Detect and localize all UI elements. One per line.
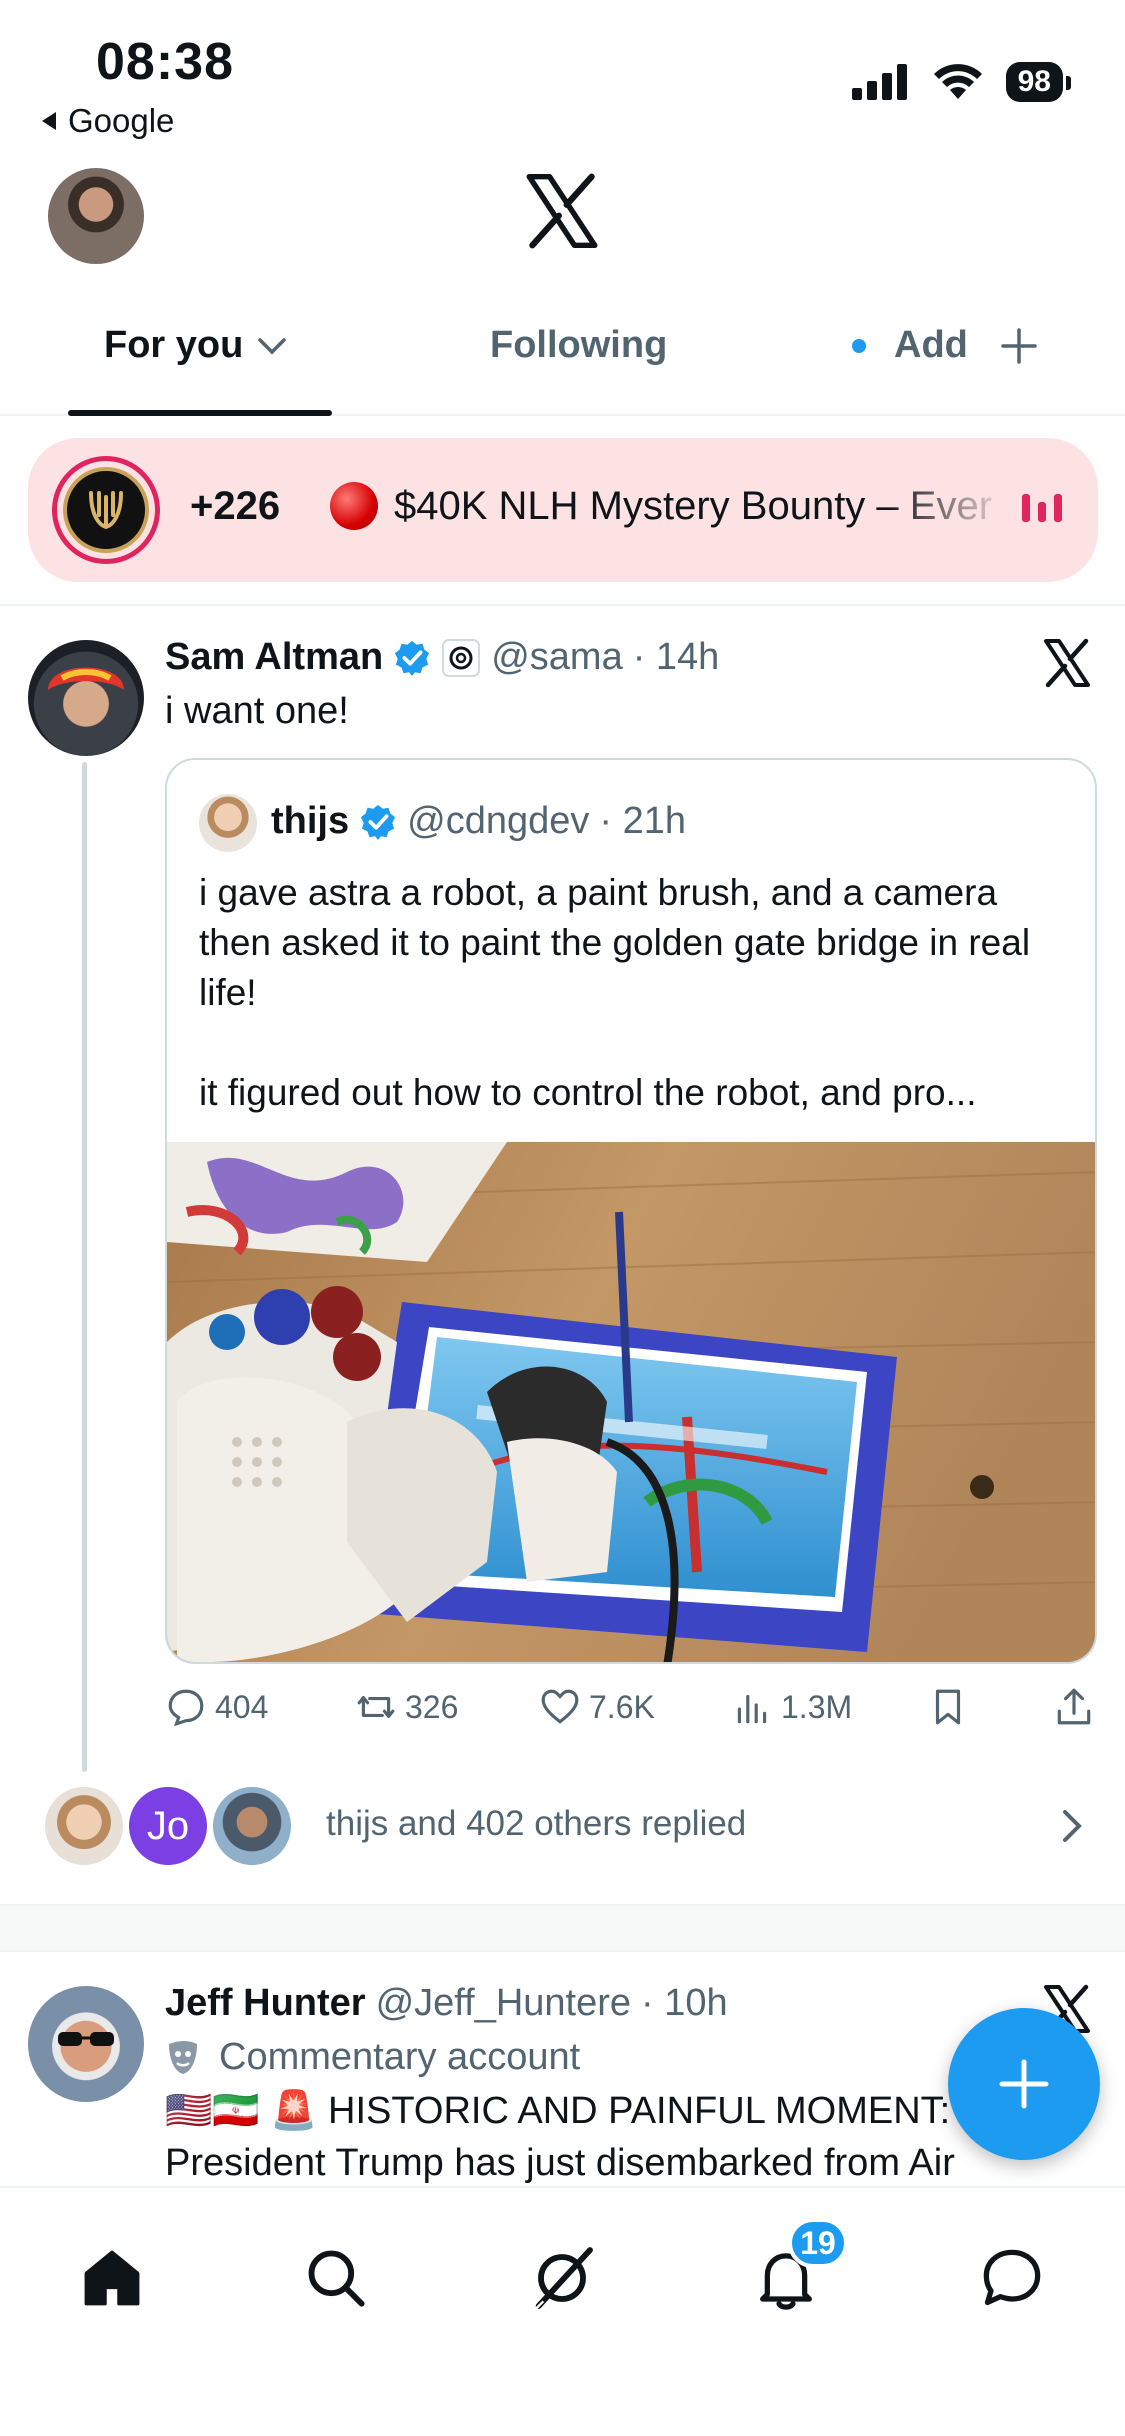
nav-search[interactable] (296, 2238, 376, 2318)
sunglasses-shape (58, 2032, 114, 2046)
tweet-author-avatar[interactable] (28, 1986, 144, 2102)
tweet-header: Jeff Hunter @Jeff_Huntere · 10h (165, 1982, 728, 2025)
nav-home[interactable] (72, 2238, 152, 2318)
bottom-navigation: 19 (0, 2186, 1125, 2436)
commentary-label-text: Commentary account (219, 2036, 581, 2078)
grok-icon (535, 2247, 593, 2310)
nav-notifications[interactable]: 19 (746, 2218, 848, 2318)
nav-grok[interactable] (522, 2238, 602, 2318)
tweet-jeff-hunter[interactable]: Jeff Hunter @Jeff_Huntere · 10h Commenta… (0, 0, 1125, 2186)
tweet-text: 🇺🇸🇮🇷 🚨 HISTORIC AND PAINFUL MOMENT: Pres… (165, 2090, 955, 2184)
messages-icon (983, 2249, 1041, 2306)
search-icon (308, 2250, 365, 2307)
home-icon (84, 2250, 140, 2306)
author-handle[interactable]: @Jeff_Huntere (376, 1982, 631, 2025)
commentary-label: Commentary account (165, 2036, 580, 2079)
nav-messages[interactable] (972, 2238, 1052, 2318)
notifications-badge: 19 (788, 2218, 848, 2268)
plus-icon (999, 2059, 1049, 2109)
author-name[interactable]: Jeff Hunter (165, 1982, 366, 2025)
tweet-time: · 10h (641, 1982, 728, 2024)
compose-post-button[interactable] (948, 2008, 1100, 2160)
masks-icon (169, 2040, 197, 2074)
